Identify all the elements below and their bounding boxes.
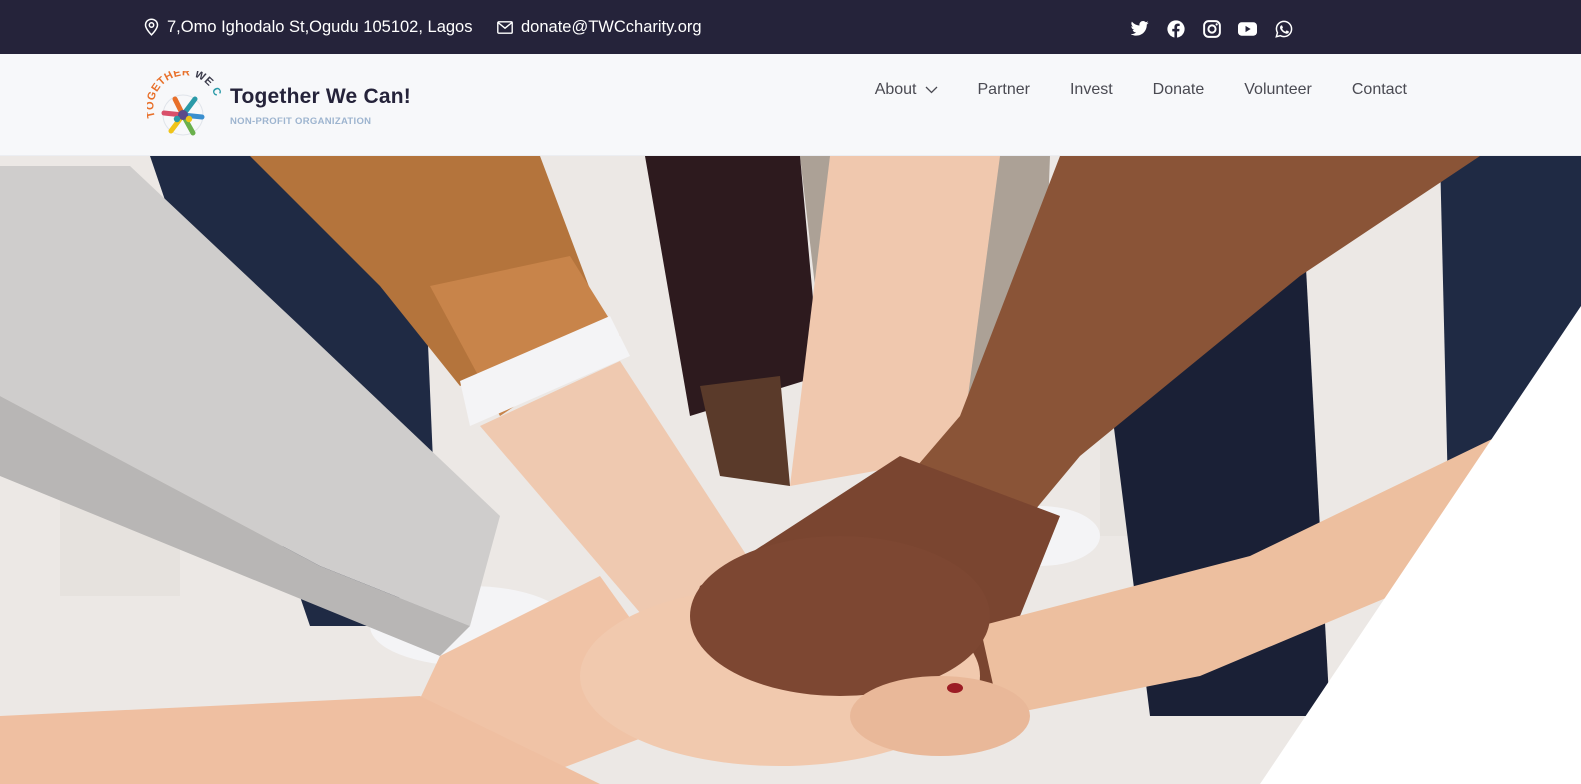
- brand-name[interactable]: Together We Can!: [230, 85, 411, 109]
- nav-item-about[interactable]: About: [875, 81, 938, 99]
- hero-section: [0, 156, 1581, 784]
- brand-tagline: NON-PROFIT ORGANIZATION: [230, 116, 372, 127]
- nav-item-donate[interactable]: Donate: [1153, 81, 1205, 99]
- social-links: [1130, 19, 1293, 38]
- location-pin-icon: [144, 18, 159, 36]
- nav-item-partner[interactable]: Partner: [978, 81, 1030, 99]
- hero-image-hands-together: [0, 156, 1581, 784]
- twitter-icon[interactable]: [1130, 19, 1149, 38]
- nav-item-invest[interactable]: Invest: [1070, 81, 1113, 99]
- email-text[interactable]: donate@TWCcharity.org: [521, 18, 702, 37]
- instagram-icon[interactable]: [1202, 19, 1221, 38]
- address-item: 7,Omo Ighodalo St,Ogudu 105102, Lagos: [144, 0, 472, 54]
- site-header: TOGETHER WE CAN Together We Can! NON-PRO…: [0, 54, 1581, 156]
- youtube-icon[interactable]: [1238, 19, 1257, 38]
- top-info-bar: 7,Omo Ighodalo St,Ogudu 105102, Lagos do…: [0, 0, 1581, 54]
- envelope-icon: [497, 20, 513, 34]
- email-link[interactable]: donate@TWCcharity.org: [497, 0, 702, 54]
- address-text: 7,Omo Ighodalo St,Ogudu 105102, Lagos: [167, 17, 473, 36]
- nav-item-volunteer[interactable]: Volunteer: [1244, 81, 1312, 99]
- facebook-icon[interactable]: [1166, 19, 1185, 38]
- whatsapp-icon[interactable]: [1274, 19, 1293, 38]
- chevron-down-icon[interactable]: [925, 86, 938, 94]
- together-we-can-logo[interactable]: TOGETHER WE CAN: [147, 71, 221, 139]
- nav-label-about[interactable]: About: [875, 81, 917, 99]
- main-nav: About Partner Invest Donate Volunteer Co…: [875, 54, 1407, 126]
- nav-item-contact[interactable]: Contact: [1352, 81, 1407, 99]
